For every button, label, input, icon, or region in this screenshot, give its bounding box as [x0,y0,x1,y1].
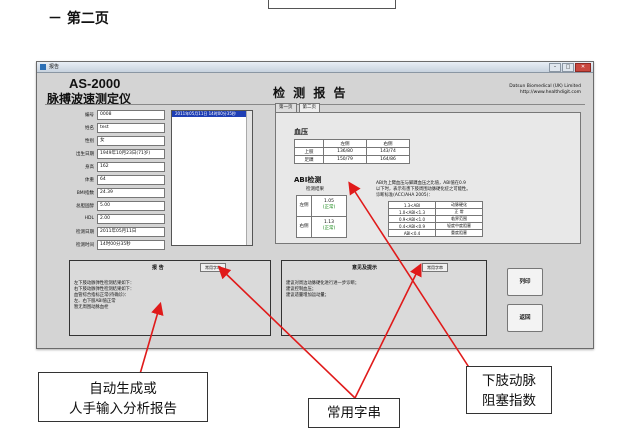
callout-abi: 下肢动脉 阻塞指数 [466,366,552,414]
arrow-to-strings-button-2 [354,263,422,399]
callout-abi-line: 阻塞指数 [482,393,536,409]
callout-strings: 常用字串 [308,398,400,428]
arrow-to-abi [348,181,473,373]
arrow-to-strings-button-1 [217,265,356,399]
arrow-to-report [139,301,164,375]
callout-report-line: 自动生成或 [89,381,157,397]
callout-report: 自动生成或 人手输入分析报告 [38,372,208,422]
callout-report-line: 人手输入分析报告 [69,401,177,417]
callout-abi-line: 下肢动脉 [482,373,536,389]
